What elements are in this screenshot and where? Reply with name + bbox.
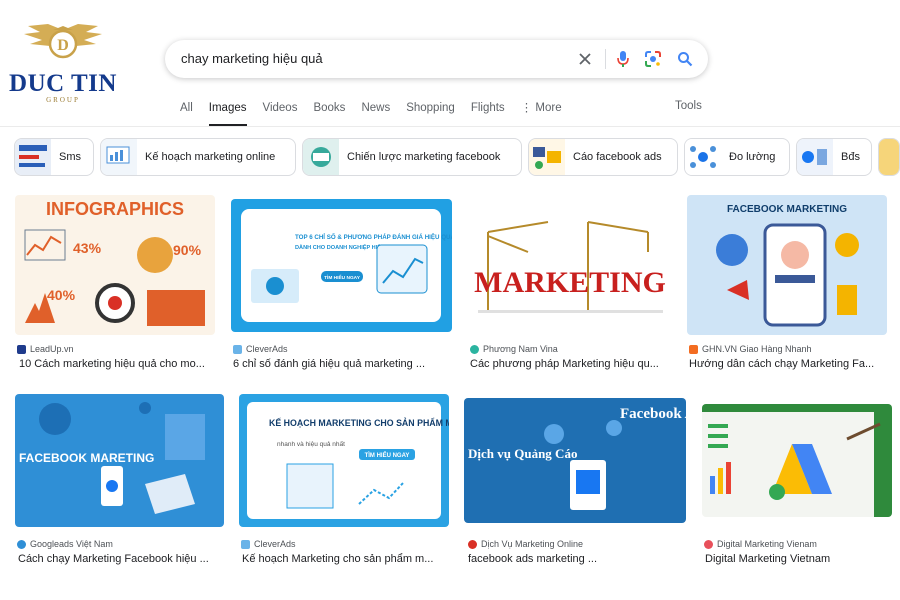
chip-thumbnail bbox=[685, 139, 721, 175]
image-stat: 40% bbox=[47, 287, 76, 303]
tab-books[interactable]: Books bbox=[313, 100, 345, 126]
result-source[interactable]: CleverAds bbox=[241, 539, 296, 549]
close-icon[interactable] bbox=[575, 49, 595, 69]
chip-label: Chiến lược marketing facebook bbox=[347, 151, 501, 163]
result-title[interactable]: Hướng dẫn cách chạy Marketing Fa... bbox=[689, 358, 885, 370]
result-title[interactable]: Kế hoạch Marketing cho sản phẩm m... bbox=[242, 553, 444, 565]
result-thumbnail[interactable]: FACEBOOK MARETING bbox=[15, 394, 224, 527]
image-subtitle: nhanh và hiệu quả nhất bbox=[277, 439, 345, 448]
chip-label: Sms bbox=[59, 151, 81, 163]
digital-marketing-favicon-icon bbox=[704, 539, 713, 549]
image-stat: 43% bbox=[73, 240, 102, 256]
result-thumbnail[interactable]: Facebook Ads Dịch vụ Quảng Cáo bbox=[464, 398, 686, 523]
tab-shopping[interactable]: Shopping bbox=[406, 100, 455, 126]
chip-thumbnail bbox=[303, 139, 339, 175]
result-source[interactable]: Phương Nam Vina bbox=[470, 344, 558, 354]
chip-label: Bđs bbox=[841, 151, 860, 163]
chip-thumbnail bbox=[15, 139, 51, 175]
source-name: Digital Marketing Vienam bbox=[717, 539, 817, 549]
chip-label: Đo lường bbox=[729, 151, 776, 163]
chip-thumbnail bbox=[101, 139, 137, 175]
source-name: GHN.VN Giao Hàng Nhanh bbox=[702, 344, 812, 354]
chip-label: Kế hoạch marketing online bbox=[145, 151, 276, 163]
source-name: LeadUp.vn bbox=[30, 344, 74, 354]
result-title[interactable]: Digital Marketing Vietnam bbox=[705, 553, 890, 565]
chip-thumbnail bbox=[529, 139, 565, 175]
result-thumbnail[interactable]: MARKETING bbox=[468, 212, 673, 327]
result-thumbnail[interactable]: FACEBOOK MARKETING bbox=[687, 195, 887, 335]
mic-icon[interactable] bbox=[613, 49, 633, 69]
cleverads-favicon-icon bbox=[241, 539, 250, 549]
svg-text:D: D bbox=[57, 37, 69, 54]
duc-tin-logo: D DUC TIN GROUP bbox=[8, 22, 118, 108]
search-bar[interactable] bbox=[165, 40, 708, 78]
image-title: KẾ HOẠCH MARKETING CHO SẢN PHẨM MỚI bbox=[269, 417, 449, 428]
source-name: Phương Nam Vina bbox=[483, 344, 558, 354]
source-name: CleverAds bbox=[246, 344, 288, 354]
phuong-nam-favicon-icon bbox=[470, 344, 479, 354]
result-source[interactable]: Googleads Việt Nam bbox=[17, 539, 113, 549]
leadup-favicon-icon bbox=[17, 344, 26, 354]
image-subtitle: Dịch vụ Quảng Cáo bbox=[468, 446, 577, 461]
chip-overflow[interactable] bbox=[878, 138, 900, 176]
chip-chien-luoc[interactable]: Chiến lược marketing facebook bbox=[302, 138, 522, 176]
image-title: FACEBOOK MARETING bbox=[19, 451, 154, 465]
tab-more[interactable]: ⋮ More bbox=[521, 100, 562, 126]
image-title: FACEBOOK MARKETING bbox=[727, 204, 847, 215]
search-icon[interactable] bbox=[675, 49, 695, 69]
tab-flights[interactable]: Flights bbox=[471, 100, 505, 126]
result-source[interactable]: GHN.VN Giao Hàng Nhanh bbox=[689, 344, 812, 354]
result-source[interactable]: Digital Marketing Vienam bbox=[704, 539, 817, 549]
result-thumbnail[interactable]: INFOGRAPHICS 43% 90% 40% bbox=[15, 195, 215, 335]
winged-emblem-icon: D bbox=[24, 24, 102, 59]
chip-ke-hoach[interactable]: Kế hoạch marketing online bbox=[100, 138, 296, 176]
chip-cao-facebook-ads[interactable]: Cáo facebook ads bbox=[528, 138, 678, 176]
tab-all[interactable]: All bbox=[180, 100, 193, 126]
dich-vu-favicon-icon bbox=[468, 539, 477, 549]
chip-thumbnail bbox=[879, 139, 899, 175]
result-source[interactable]: CleverAds bbox=[233, 344, 288, 354]
ghn-favicon-icon bbox=[689, 344, 698, 354]
source-name: Dịch Vụ Marketing Online bbox=[481, 539, 584, 549]
result-title[interactable]: 10 Cách marketing hiệu quả cho mo... bbox=[19, 358, 215, 370]
result-title[interactable]: 6 chỉ số đánh giá hiệu quả marketing ... bbox=[233, 358, 443, 370]
tab-videos[interactable]: Videos bbox=[263, 100, 298, 126]
result-title[interactable]: Cách chạy Marketing Facebook hiệu ... bbox=[18, 553, 218, 565]
chip-label: Cáo facebook ads bbox=[573, 151, 662, 163]
result-title[interactable]: facebook ads marketing ... bbox=[468, 553, 668, 565]
image-button: TÌM HIỂU NGAY bbox=[365, 451, 410, 459]
result-thumbnail[interactable]: KẾ HOẠCH MARKETING CHO SẢN PHẨM MỚI nhan… bbox=[239, 394, 449, 527]
image-title: MARKETING bbox=[474, 266, 666, 299]
chip-bds[interactable]: Bđs bbox=[796, 138, 872, 176]
image-title: Facebook Ads bbox=[620, 406, 686, 422]
result-title[interactable]: Các phương pháp Marketing hiệu qu... bbox=[470, 358, 670, 370]
search-divider bbox=[605, 49, 606, 69]
cleverads-favicon-icon bbox=[233, 344, 242, 354]
tab-images[interactable]: Images bbox=[208, 100, 247, 126]
chip-sms[interactable]: Sms bbox=[14, 138, 94, 176]
header-divider bbox=[0, 126, 900, 127]
source-name: CleverAds bbox=[254, 539, 296, 549]
logo-name: DUC TIN bbox=[9, 70, 117, 97]
search-input[interactable] bbox=[181, 40, 561, 78]
result-source[interactable]: Dịch Vụ Marketing Online bbox=[468, 539, 583, 549]
logo-sub: GROUP bbox=[46, 96, 80, 104]
source-name: Googleads Việt Nam bbox=[30, 539, 113, 549]
image-title: TOP 6 CHỈ SỐ & PHƯƠNG PHÁP ĐÁNH GIÁ HIỆU… bbox=[295, 233, 452, 241]
tab-news[interactable]: News bbox=[361, 100, 390, 126]
result-source[interactable]: LeadUp.vn bbox=[17, 344, 74, 354]
googleads-favicon-icon bbox=[17, 539, 26, 549]
image-stat: 90% bbox=[173, 242, 202, 258]
search-tabs: All Images Videos Books News Shopping Fl… bbox=[180, 100, 578, 126]
chip-thumbnail bbox=[797, 139, 833, 175]
tools-button[interactable]: Tools bbox=[675, 100, 702, 112]
chip-do-luong[interactable]: Đo lường bbox=[684, 138, 790, 176]
result-thumbnail[interactable] bbox=[702, 404, 892, 517]
image-title: INFOGRAPHICS bbox=[46, 199, 184, 219]
result-thumbnail[interactable]: TOP 6 CHỈ SỐ & PHƯƠNG PHÁP ĐÁNH GIÁ HIỆU… bbox=[231, 199, 452, 332]
lens-icon[interactable] bbox=[643, 49, 663, 69]
